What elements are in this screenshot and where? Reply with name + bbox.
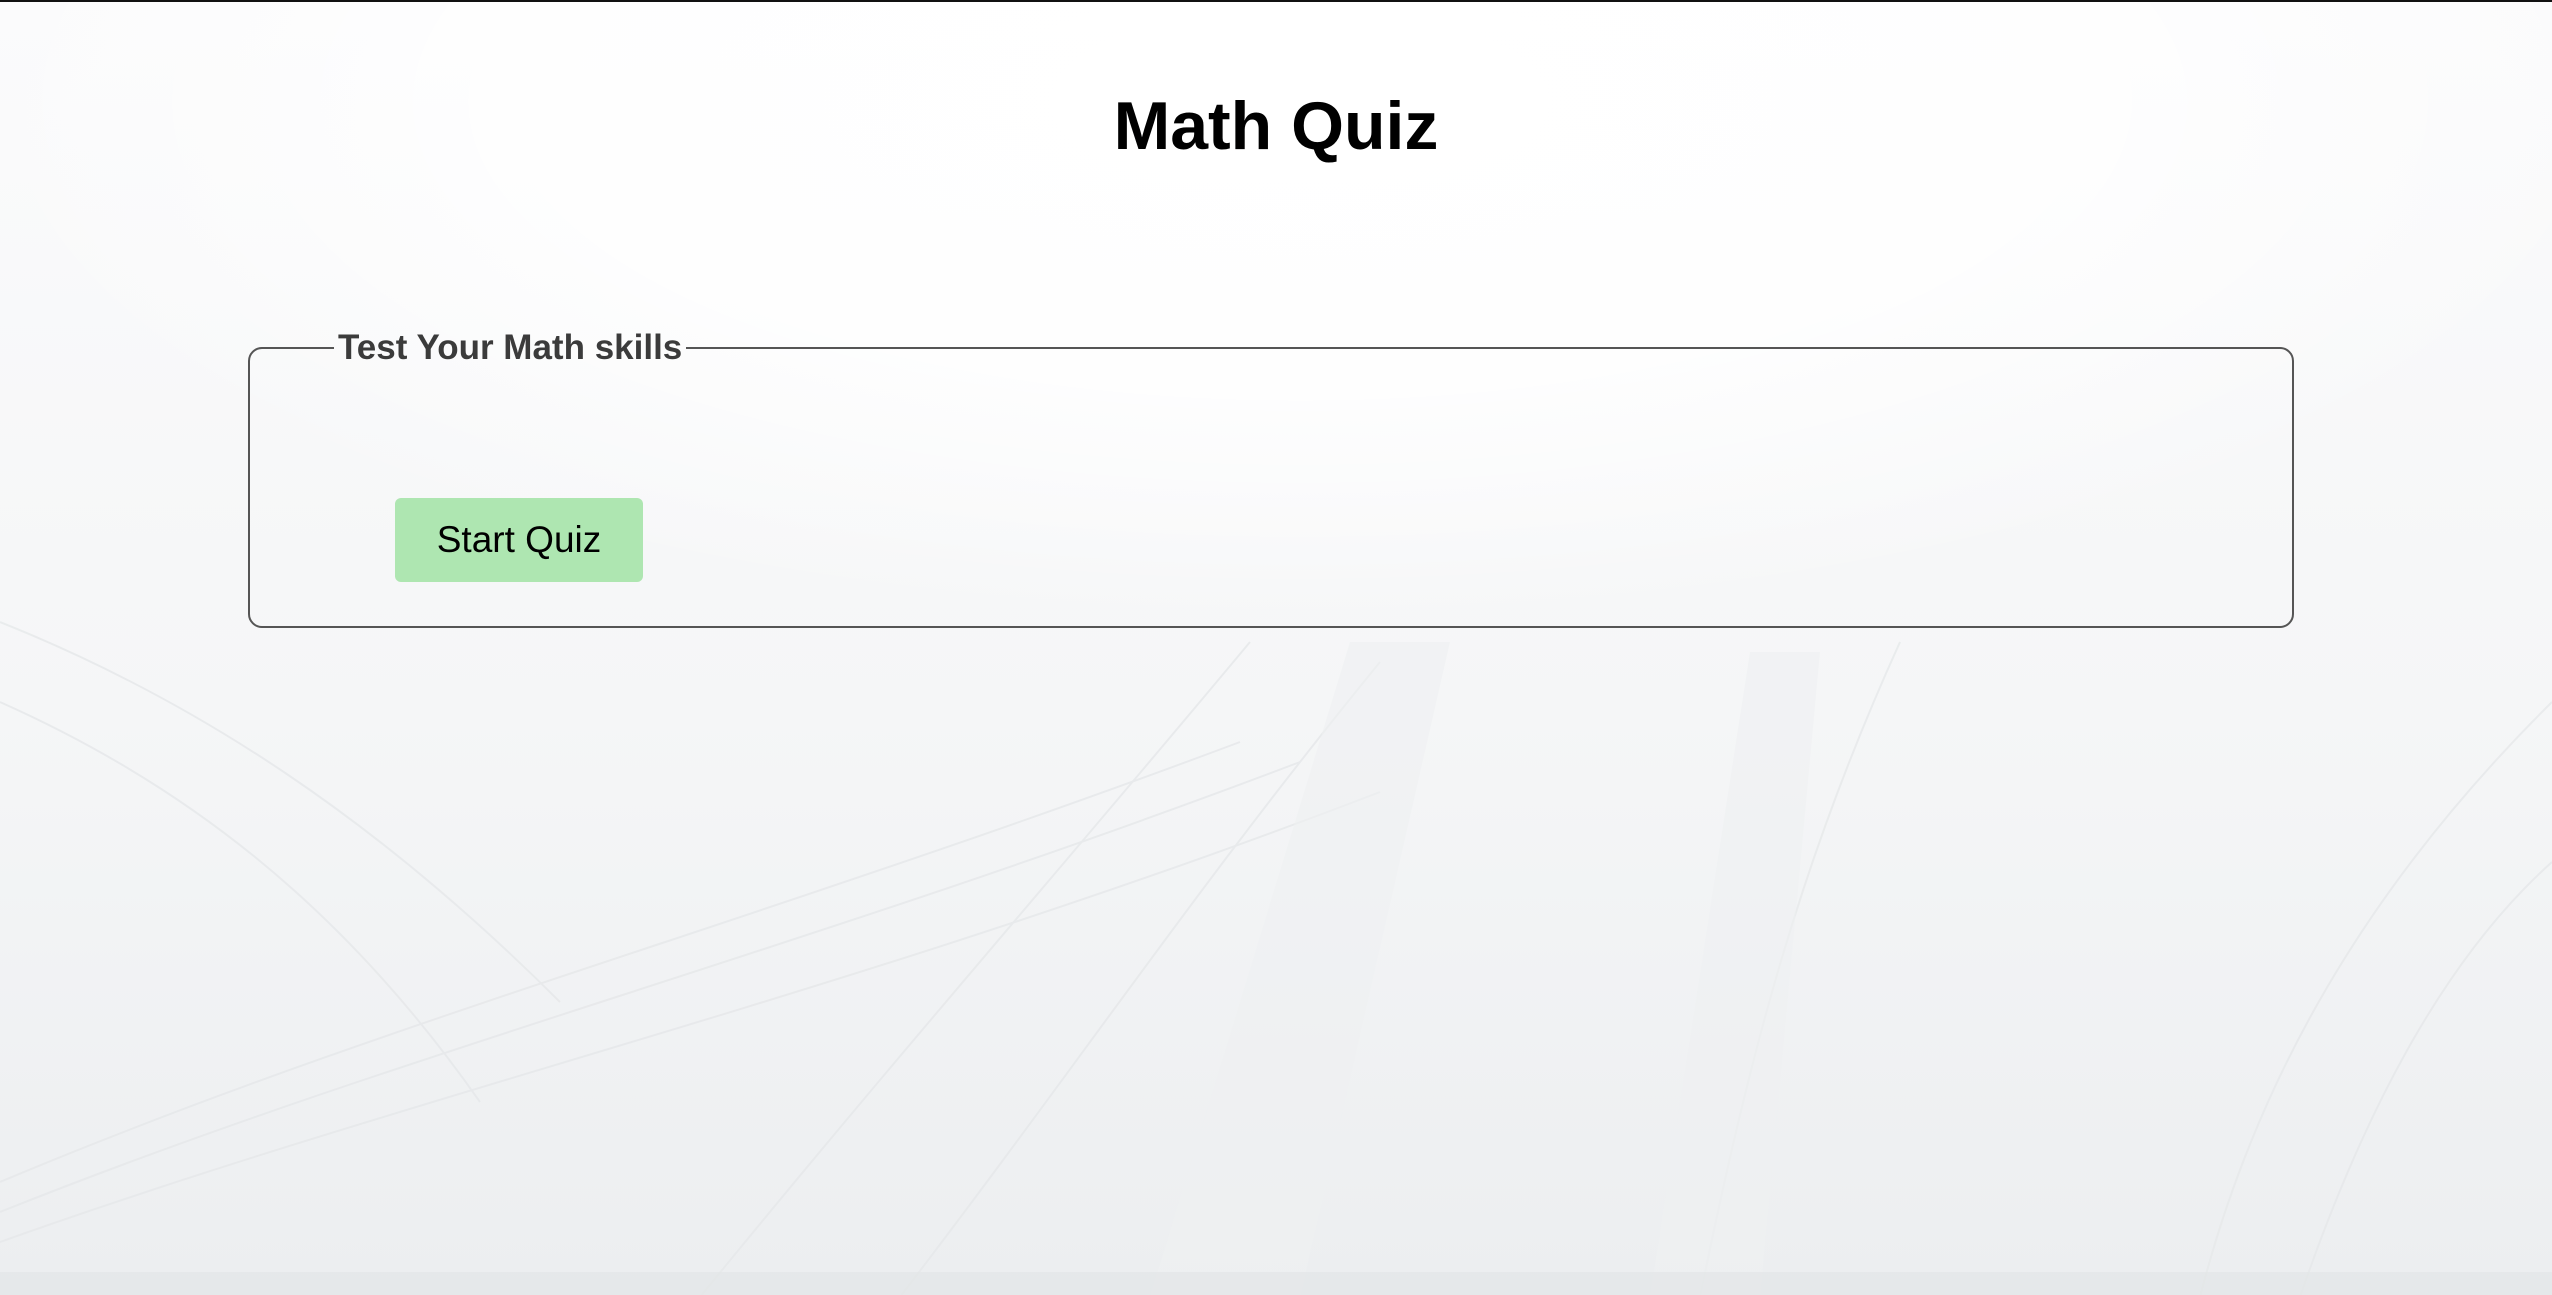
fieldset-legend: Test Your Math skills: [338, 328, 683, 367]
page-background: [0, 0, 2552, 1295]
background-waves: [0, 621, 2552, 1295]
quiz-fieldset: Test Your Math skills Start Quiz: [248, 330, 2294, 628]
start-quiz-button[interactable]: Start Quiz: [395, 498, 643, 582]
page-title: Math Quiz: [1113, 88, 1439, 164]
